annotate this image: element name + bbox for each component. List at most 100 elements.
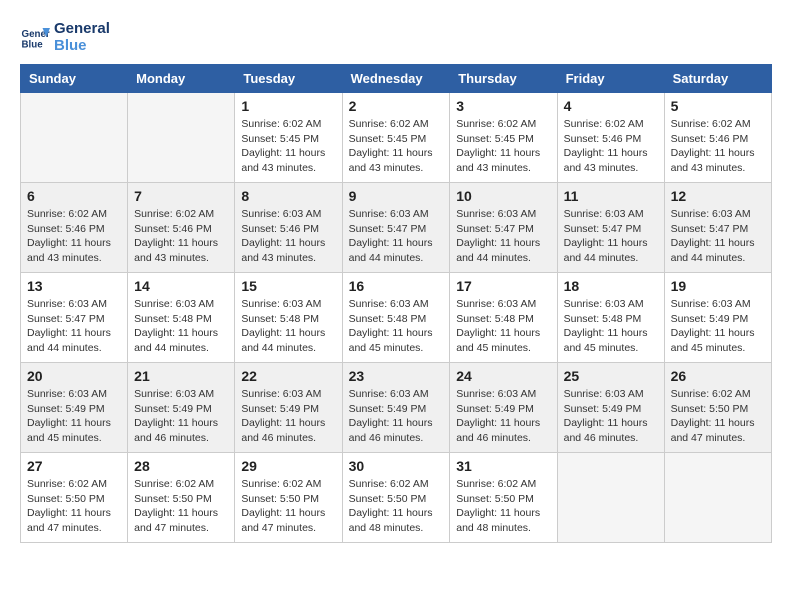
day-number: 28: [134, 458, 228, 474]
day-number: 21: [134, 368, 228, 384]
day-info: Sunrise: 6:03 AM Sunset: 5:49 PM Dayligh…: [456, 387, 550, 446]
calendar-cell: 3 Sunrise: 6:02 AM Sunset: 5:45 PM Daylig…: [450, 93, 557, 183]
day-number: 27: [27, 458, 121, 474]
day-info: Sunrise: 6:03 AM Sunset: 5:47 PM Dayligh…: [349, 207, 444, 266]
calendar-cell: [128, 93, 235, 183]
calendar-cell: 16 Sunrise: 6:03 AM Sunset: 5:48 PM Dayli…: [342, 273, 450, 363]
calendar-table: SundayMondayTuesdayWednesdayThursdayFrid…: [20, 64, 772, 543]
day-info: Sunrise: 6:02 AM Sunset: 5:50 PM Dayligh…: [671, 387, 765, 446]
day-info: Sunrise: 6:02 AM Sunset: 5:46 PM Dayligh…: [134, 207, 228, 266]
day-number: 20: [27, 368, 121, 384]
calendar-cell: 4 Sunrise: 6:02 AM Sunset: 5:46 PM Daylig…: [557, 93, 664, 183]
day-info: Sunrise: 6:02 AM Sunset: 5:50 PM Dayligh…: [456, 477, 550, 536]
logo: General Blue General Blue: [20, 20, 110, 54]
calendar-week-row: 27 Sunrise: 6:02 AM Sunset: 5:50 PM Dayli…: [21, 453, 772, 543]
calendar-cell: 7 Sunrise: 6:02 AM Sunset: 5:46 PM Daylig…: [128, 183, 235, 273]
day-number: 9: [349, 188, 444, 204]
calendar-cell: 2 Sunrise: 6:02 AM Sunset: 5:45 PM Daylig…: [342, 93, 450, 183]
day-info: Sunrise: 6:03 AM Sunset: 5:49 PM Dayligh…: [134, 387, 228, 446]
day-info: Sunrise: 6:02 AM Sunset: 5:46 PM Dayligh…: [27, 207, 121, 266]
day-info: Sunrise: 6:03 AM Sunset: 5:47 PM Dayligh…: [671, 207, 765, 266]
calendar-cell: 18 Sunrise: 6:03 AM Sunset: 5:48 PM Dayli…: [557, 273, 664, 363]
day-info: Sunrise: 6:03 AM Sunset: 5:48 PM Dayligh…: [349, 297, 444, 356]
weekday-header-monday: Monday: [128, 65, 235, 93]
day-number: 14: [134, 278, 228, 294]
day-info: Sunrise: 6:02 AM Sunset: 5:50 PM Dayligh…: [27, 477, 121, 536]
weekday-header-tuesday: Tuesday: [235, 65, 342, 93]
day-number: 7: [134, 188, 228, 204]
day-info: Sunrise: 6:02 AM Sunset: 5:45 PM Dayligh…: [241, 117, 335, 176]
logo-blue: Blue: [54, 37, 110, 54]
calendar-cell: 31Sunrise: 6:02 AM Sunset: 5:50 PM Dayli…: [450, 453, 557, 543]
calendar-week-row: 13 Sunrise: 6:03 AM Sunset: 5:47 PM Dayli…: [21, 273, 772, 363]
calendar-cell: [664, 453, 771, 543]
calendar-cell: [557, 453, 664, 543]
logo-icon: General Blue: [20, 22, 50, 52]
day-info: Sunrise: 6:03 AM Sunset: 5:48 PM Dayligh…: [456, 297, 550, 356]
day-number: 12: [671, 188, 765, 204]
day-number: 3: [456, 98, 550, 114]
calendar-cell: 5Sunrise: 6:02 AM Sunset: 5:46 PM Daylig…: [664, 93, 771, 183]
day-info: Sunrise: 6:03 AM Sunset: 5:46 PM Dayligh…: [241, 207, 335, 266]
calendar-cell: 13 Sunrise: 6:03 AM Sunset: 5:47 PM Dayli…: [21, 273, 128, 363]
weekday-header-sunday: Sunday: [21, 65, 128, 93]
day-number: 4: [564, 98, 658, 114]
day-info: Sunrise: 6:03 AM Sunset: 5:49 PM Dayligh…: [241, 387, 335, 446]
day-info: Sunrise: 6:03 AM Sunset: 5:49 PM Dayligh…: [27, 387, 121, 446]
day-info: Sunrise: 6:03 AM Sunset: 5:48 PM Dayligh…: [241, 297, 335, 356]
day-info: Sunrise: 6:03 AM Sunset: 5:49 PM Dayligh…: [349, 387, 444, 446]
day-info: Sunrise: 6:03 AM Sunset: 5:49 PM Dayligh…: [671, 297, 765, 356]
day-info: Sunrise: 6:02 AM Sunset: 5:45 PM Dayligh…: [456, 117, 550, 176]
calendar-cell: 29Sunrise: 6:02 AM Sunset: 5:50 PM Dayli…: [235, 453, 342, 543]
day-info: Sunrise: 6:03 AM Sunset: 5:47 PM Dayligh…: [27, 297, 121, 356]
calendar-cell: 22Sunrise: 6:03 AM Sunset: 5:49 PM Dayli…: [235, 363, 342, 453]
calendar-week-row: 1 Sunrise: 6:02 AM Sunset: 5:45 PM Daylig…: [21, 93, 772, 183]
calendar-cell: 25 Sunrise: 6:03 AM Sunset: 5:49 PM Dayli…: [557, 363, 664, 453]
day-number: 16: [349, 278, 444, 294]
calendar-cell: 21 Sunrise: 6:03 AM Sunset: 5:49 PM Dayli…: [128, 363, 235, 453]
day-info: Sunrise: 6:02 AM Sunset: 5:45 PM Dayligh…: [349, 117, 444, 176]
day-info: Sunrise: 6:02 AM Sunset: 5:50 PM Dayligh…: [134, 477, 228, 536]
calendar-cell: 6 Sunrise: 6:02 AM Sunset: 5:46 PM Daylig…: [21, 183, 128, 273]
day-number: 17: [456, 278, 550, 294]
weekday-header-saturday: Saturday: [664, 65, 771, 93]
svg-text:Blue: Blue: [22, 40, 44, 51]
day-number: 13: [27, 278, 121, 294]
day-number: 18: [564, 278, 658, 294]
day-number: 2: [349, 98, 444, 114]
calendar-cell: 26 Sunrise: 6:02 AM Sunset: 5:50 PM Dayli…: [664, 363, 771, 453]
calendar-cell: 10 Sunrise: 6:03 AM Sunset: 5:47 PM Dayli…: [450, 183, 557, 273]
calendar-cell: 1 Sunrise: 6:02 AM Sunset: 5:45 PM Daylig…: [235, 93, 342, 183]
calendar-cell: 14 Sunrise: 6:03 AM Sunset: 5:48 PM Dayli…: [128, 273, 235, 363]
day-info: Sunrise: 6:03 AM Sunset: 5:48 PM Dayligh…: [564, 297, 658, 356]
calendar-cell: 20 Sunrise: 6:03 AM Sunset: 5:49 PM Dayli…: [21, 363, 128, 453]
day-info: Sunrise: 6:03 AM Sunset: 5:48 PM Dayligh…: [134, 297, 228, 356]
calendar-header-row: SundayMondayTuesdayWednesdayThursdayFrid…: [21, 65, 772, 93]
day-info: Sunrise: 6:03 AM Sunset: 5:49 PM Dayligh…: [564, 387, 658, 446]
page-header: General Blue General Blue: [20, 20, 772, 54]
calendar-cell: [21, 93, 128, 183]
weekday-header-friday: Friday: [557, 65, 664, 93]
day-number: 25: [564, 368, 658, 384]
calendar-cell: 12 Sunrise: 6:03 AM Sunset: 5:47 PM Dayli…: [664, 183, 771, 273]
calendar-cell: 23 Sunrise: 6:03 AM Sunset: 5:49 PM Dayli…: [342, 363, 450, 453]
day-number: 10: [456, 188, 550, 204]
calendar-cell: 17 Sunrise: 6:03 AM Sunset: 5:48 PM Dayli…: [450, 273, 557, 363]
day-number: 30: [349, 458, 444, 474]
day-number: 26: [671, 368, 765, 384]
day-info: Sunrise: 6:02 AM Sunset: 5:46 PM Dayligh…: [564, 117, 658, 176]
day-number: 8: [241, 188, 335, 204]
day-info: Sunrise: 6:03 AM Sunset: 5:47 PM Dayligh…: [456, 207, 550, 266]
day-number: 1: [241, 98, 335, 114]
calendar-cell: 11Sunrise: 6:03 AM Sunset: 5:47 PM Dayli…: [557, 183, 664, 273]
day-number: 6: [27, 188, 121, 204]
calendar-cell: 9 Sunrise: 6:03 AM Sunset: 5:47 PM Daylig…: [342, 183, 450, 273]
day-number: 23: [349, 368, 444, 384]
day-number: 15: [241, 278, 335, 294]
calendar-week-row: 6 Sunrise: 6:02 AM Sunset: 5:46 PM Daylig…: [21, 183, 772, 273]
calendar-cell: 27 Sunrise: 6:02 AM Sunset: 5:50 PM Dayli…: [21, 453, 128, 543]
weekday-header-wednesday: Wednesday: [342, 65, 450, 93]
day-number: 19: [671, 278, 765, 294]
calendar-cell: 8 Sunrise: 6:03 AM Sunset: 5:46 PM Daylig…: [235, 183, 342, 273]
calendar-cell: 24Sunrise: 6:03 AM Sunset: 5:49 PM Dayli…: [450, 363, 557, 453]
